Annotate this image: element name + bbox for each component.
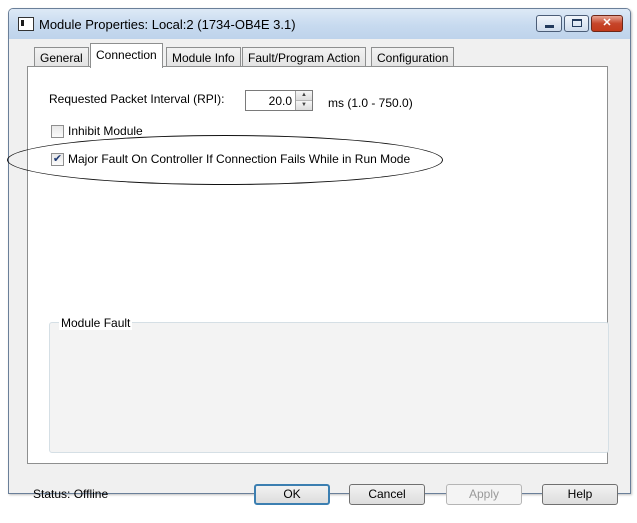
module-fault-groupbox	[49, 322, 609, 453]
minimize-icon	[545, 25, 554, 28]
minimize-button[interactable]	[536, 15, 562, 32]
status-text: Status: Offline	[33, 487, 109, 501]
window-title: Module Properties: Local:2 (1734-OB4E 3.…	[39, 17, 296, 32]
ok-button[interactable]: OK	[254, 484, 330, 505]
tab-configuration[interactable]: Configuration	[371, 47, 455, 67]
apply-button[interactable]: Apply	[446, 484, 522, 505]
rpi-label: Requested Packet Interval (RPI):	[49, 92, 225, 106]
spin-up-icon[interactable]: ▲	[296, 91, 312, 101]
rpi-range-label: ms (1.0 - 750.0)	[328, 96, 413, 110]
tab-connection[interactable]: Connection	[90, 43, 163, 68]
rpi-spin-buttons[interactable]: ▲ ▼	[295, 91, 312, 110]
maximize-icon	[572, 19, 582, 27]
cancel-button[interactable]: Cancel	[349, 484, 425, 505]
inhibit-module-label: Inhibit Module	[68, 124, 143, 138]
title-bar[interactable]: Module Properties: Local:2 (1734-OB4E 3.…	[9, 9, 630, 39]
tab-module-info[interactable]: Module Info	[166, 47, 241, 67]
close-button[interactable]: ✕	[591, 15, 623, 32]
rpi-value[interactable]: 20.0	[269, 94, 292, 108]
inhibit-module-checkbox[interactable]	[51, 125, 64, 138]
module-fault-title: Module Fault	[59, 316, 133, 330]
rpi-stepper[interactable]: 20.0 ▲ ▼	[245, 90, 313, 111]
highlight-ellipse	[7, 135, 443, 185]
tab-fault-program-action[interactable]: Fault/Program Action	[242, 47, 367, 67]
help-button[interactable]: Help	[542, 484, 618, 505]
close-icon: ✕	[602, 17, 612, 29]
tab-general[interactable]: General	[34, 47, 89, 67]
maximize-button[interactable]	[564, 15, 589, 32]
spin-down-icon[interactable]: ▼	[296, 101, 312, 110]
app-icon	[18, 17, 34, 31]
